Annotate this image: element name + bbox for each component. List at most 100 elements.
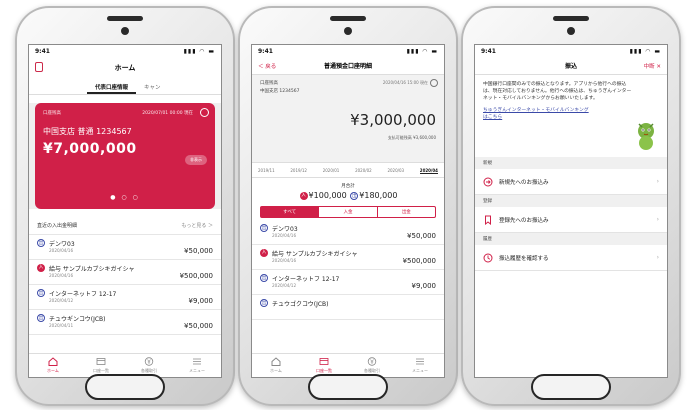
transaction-list: 出 デンワ03 2020/04/16 ¥50,000 入 給与 サンプルカブシキ…	[252, 220, 444, 320]
tab-month[interactable]: 2019/11	[258, 168, 275, 174]
withdrawal-badge: 出	[260, 224, 268, 232]
home-button[interactable]	[85, 374, 165, 400]
nav-home[interactable]: ホーム	[29, 354, 77, 377]
chevron-right-icon: ›	[656, 216, 659, 223]
withdrawal-total: ¥180,000	[359, 191, 398, 200]
month-tabs: 2019/11 2019/12 2020/01 2020/02 2020/03 …	[252, 163, 444, 178]
balance-amount: ¥3,000,000	[350, 111, 436, 129]
account-branch: 中国支店 1234567	[260, 89, 300, 94]
page-title: 振込	[564, 63, 577, 70]
back-button[interactable]: ＜ 戻る	[258, 62, 276, 70]
transaction-row[interactable]: 出 デンワ03 2020/04/16 ¥50,000	[252, 220, 444, 245]
transaction-name: 給与 サンプルカブシキガイシャ	[49, 266, 135, 273]
nav-transactions-label: 各種取引	[364, 368, 380, 373]
history-row[interactable]: 振込履歴を確認する ›	[475, 245, 667, 271]
home-screen: 9:41 ▮▮▮ ◠ ▬ ホーム 代表口座情報 キャン 口座残高 2020/07…	[28, 44, 222, 378]
tab-month-active[interactable]: 2020/04	[419, 168, 438, 174]
transaction-row[interactable]: 出 チュウゴクコウ(JCB)	[252, 295, 444, 320]
transaction-row[interactable]: 出 チュウギンコウ(JCB) 2020/04/11 ¥50,000	[29, 310, 221, 335]
withdrawal-badge: 出	[350, 191, 359, 200]
card-amount: ¥7,000,000	[43, 141, 137, 157]
new-transfer-row[interactable]: 新規先へのお振込み ›	[475, 169, 667, 195]
summary-values: 入 ¥100,000 出 ¥180,000	[252, 191, 444, 200]
transaction-row[interactable]: 出 インターネットフ 12-17 2020/04/12 ¥9,000	[252, 270, 444, 295]
chevron-right-icon: ›	[656, 178, 659, 185]
nav-accounts-label: 口座一覧	[93, 368, 109, 373]
deposit-total: ¥100,000	[308, 191, 347, 200]
registered-transfer-row[interactable]: 登録先へのお振込み ›	[475, 207, 667, 233]
notification-icon[interactable]	[35, 62, 43, 72]
intro-text: 中国銀行口座間のみでの振込となります。アプリから他行への振込は、現在対応しており…	[483, 82, 632, 101]
status-bar: 9:41 ▮▮▮ ◠ ▬	[29, 45, 221, 57]
transaction-row[interactable]: 出 インターネットフ 12-17 2020/04/12 ¥9,000	[29, 285, 221, 310]
status-time: 9:41	[35, 47, 50, 55]
transaction-amount: ¥9,000	[188, 297, 214, 305]
home-icon	[48, 357, 58, 366]
deposit-badge: 入	[299, 191, 308, 200]
page-title: ホーム	[114, 64, 136, 72]
transaction-row[interactable]: 入 給与 サンプルカブシキガイシャ 2020/04/16 ¥500,000	[252, 245, 444, 270]
home-button[interactable]	[308, 374, 388, 400]
camera	[344, 27, 352, 35]
more-link[interactable]: もっと見る ＞	[181, 222, 213, 229]
transaction-name: 給与 サンプルカブシキガイシャ	[272, 251, 358, 258]
monthly-summary: 月合計 入 ¥100,000 出 ¥180,000	[252, 178, 444, 200]
status-bar: 9:41 ▮▮▮ ◠ ▬	[475, 45, 667, 57]
tab-campaign[interactable]: キャン	[136, 79, 169, 94]
withdrawal-badge: 出	[37, 289, 45, 297]
recent-header: 直近の入出金明細 もっと見る ＞	[29, 217, 221, 235]
chevron-right-icon: ›	[656, 254, 659, 261]
filter-segment: すべて 入金 出金	[260, 206, 436, 218]
group-label-history: 履歴	[475, 233, 667, 245]
filter-deposit[interactable]: 入金	[318, 207, 376, 217]
nav-accounts-label: 口座一覧	[316, 368, 332, 373]
speaker	[107, 16, 143, 21]
internet-banking-link[interactable]: ちゅうぎんインターネット・モバイルバンキングはこちら	[483, 107, 593, 121]
nav-bar: ＜ 戻る 普通預金口座明細	[252, 57, 444, 75]
transaction-amount: ¥500,000	[179, 272, 213, 280]
page-dots: ● ○ ○	[110, 194, 140, 201]
transaction-date: 2020/04/16	[49, 273, 74, 278]
transaction-date: 2020/04/12	[49, 298, 74, 303]
home-button[interactable]	[531, 374, 611, 400]
nav-menu[interactable]: メニュー	[173, 354, 221, 377]
tab-month[interactable]: 2020/03	[387, 168, 404, 174]
tab-main-account[interactable]: 代表口座情報	[87, 79, 137, 94]
transaction-row[interactable]: 出 デンワ03 2020/04/16 ¥50,000	[29, 235, 221, 260]
camera	[567, 27, 575, 35]
withdrawal-badge: 出	[37, 314, 45, 322]
nav-menu[interactable]: メニュー	[396, 354, 444, 377]
speaker	[553, 16, 589, 21]
hide-balance-button[interactable]: 非表示	[185, 155, 207, 165]
withdrawal-badge: 出	[260, 299, 268, 307]
account-summary: 口座残高 中国支店 1234567 2020/04/16 15:00 現在 ¥3…	[252, 75, 444, 163]
withdrawal-badge: 出	[260, 274, 268, 282]
transaction-date: 2020/04/16	[272, 258, 297, 263]
yen-icon	[144, 357, 154, 366]
deposit-badge: 入	[260, 249, 268, 257]
filter-all[interactable]: すべて	[261, 207, 319, 217]
abort-button[interactable]: 中断 ✕	[644, 62, 661, 70]
tab-month[interactable]: 2020/01	[323, 168, 340, 174]
tab-month[interactable]: 2019/12	[290, 168, 307, 174]
refresh-icon[interactable]	[430, 79, 438, 87]
yen-icon	[367, 357, 377, 366]
speaker	[330, 16, 366, 21]
transaction-name: インターネットフ 12-17	[272, 276, 340, 283]
card-branch: 中国支店 普通 1234567	[43, 127, 132, 136]
registered-transfer-label: 登録先へのお振込み	[499, 217, 549, 224]
status-bar: 9:41 ▮▮▮ ◠ ▬	[252, 45, 444, 57]
status-icons: ▮▮▮ ◠ ▬	[183, 47, 215, 55]
phone-2: 9:41 ▮▮▮ ◠ ▬ ＜ 戻る 普通預金口座明細 口座残高 中国支店 123…	[238, 6, 458, 406]
transaction-row[interactable]: 入 給与 サンプルカブシキガイシャ 2020/04/16 ¥500,000	[29, 260, 221, 285]
card-area: 口座残高 2020/07/01 00:00 現在 中国支店 普通 1234567…	[29, 103, 221, 209]
filter-withdrawal[interactable]: 出金	[376, 207, 435, 217]
balance-card[interactable]: 口座残高 2020/07/01 00:00 現在 中国支店 普通 1234567…	[35, 103, 215, 209]
tab-month[interactable]: 2020/02	[355, 168, 372, 174]
transaction-date: 2020/04/12	[272, 283, 297, 288]
mascot-icon	[638, 123, 654, 150]
home-icon	[271, 357, 281, 366]
nav-home[interactable]: ホーム	[252, 354, 300, 377]
card-label: 口座残高	[43, 111, 61, 116]
refresh-icon[interactable]	[200, 108, 209, 117]
